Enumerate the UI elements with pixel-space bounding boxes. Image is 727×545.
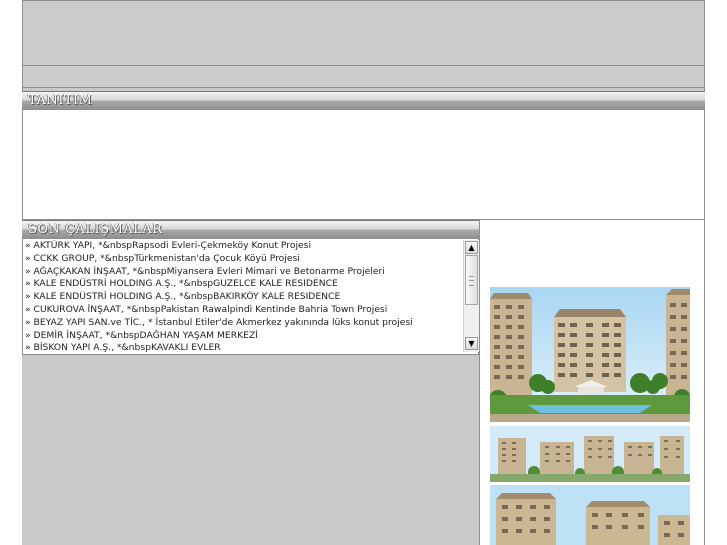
residence-photo-row[interactable] bbox=[490, 426, 690, 482]
top-banner bbox=[22, 0, 705, 66]
towers-closeup-illustration bbox=[490, 485, 690, 545]
list-item[interactable]: » CCKK GROUP, *&nbspTürkmenistan'da Çocu… bbox=[25, 253, 461, 266]
list-item[interactable]: » BİSKON YAPI A.Ş., *&nbspKAVAKLI EVLER bbox=[25, 342, 461, 354]
nav-strip bbox=[22, 65, 705, 88]
arrow-down-icon: ▼ bbox=[468, 339, 475, 348]
tanitim-title: TANITIM bbox=[28, 93, 93, 108]
lower-left-area bbox=[22, 355, 479, 545]
towers-illustration bbox=[490, 426, 690, 482]
son-calismalar-title: SON ÇALIŞMALAR bbox=[28, 222, 163, 237]
residence-illustration bbox=[490, 287, 690, 422]
scroll-thumb[interactable] bbox=[465, 255, 478, 305]
son-calismalar-header: SON ÇALIŞMALAR bbox=[22, 220, 479, 240]
residence-photo-bottom[interactable] bbox=[490, 485, 690, 545]
list-item[interactable]: » AĞAÇKAKAN İNŞAAT, *&nbspMiyansera Evle… bbox=[25, 266, 461, 279]
projects-list[interactable]: » AKTÜRK YAPI, *&nbspRapsodi Evleri-Çekm… bbox=[22, 239, 479, 355]
tanitim-content bbox=[22, 110, 705, 220]
grip-icon bbox=[469, 276, 474, 286]
scroll-down-button[interactable]: ▼ bbox=[465, 337, 478, 350]
list-item[interactable]: » BEYAZ YAPI SAN.ve TİC., * İstanbul Eti… bbox=[25, 317, 461, 330]
list-item[interactable]: » DEMİR İNŞAAT, *&nbspDAĞHAN YAŞAM MERKE… bbox=[25, 330, 461, 343]
list-item[interactable]: » KALE ENDÜSTRİ HOLDING A.Ş., *&nbspGUZE… bbox=[25, 278, 461, 291]
scroll-up-button[interactable]: ▲ bbox=[465, 241, 478, 254]
list-item[interactable]: » KALE ENDÜSTRİ HOLDING A.Ş., *&nbspBAKI… bbox=[25, 291, 461, 304]
arrow-up-icon: ▲ bbox=[468, 243, 475, 252]
residence-photo-large[interactable] bbox=[490, 287, 690, 422]
list-item[interactable]: » AKTÜRK YAPI, *&nbspRapsodi Evleri-Çekm… bbox=[25, 240, 461, 253]
list-item[interactable]: » CUKUROVA İNŞAAT, *&nbspPakistan Rawalp… bbox=[25, 304, 461, 317]
tanitim-header: TANITIM bbox=[22, 91, 705, 111]
projects-list-inner: » AKTÜRK YAPI, *&nbspRapsodi Evleri-Çekm… bbox=[25, 240, 461, 354]
projects-scrollbar[interactable]: ▲ ▼ bbox=[463, 240, 479, 352]
